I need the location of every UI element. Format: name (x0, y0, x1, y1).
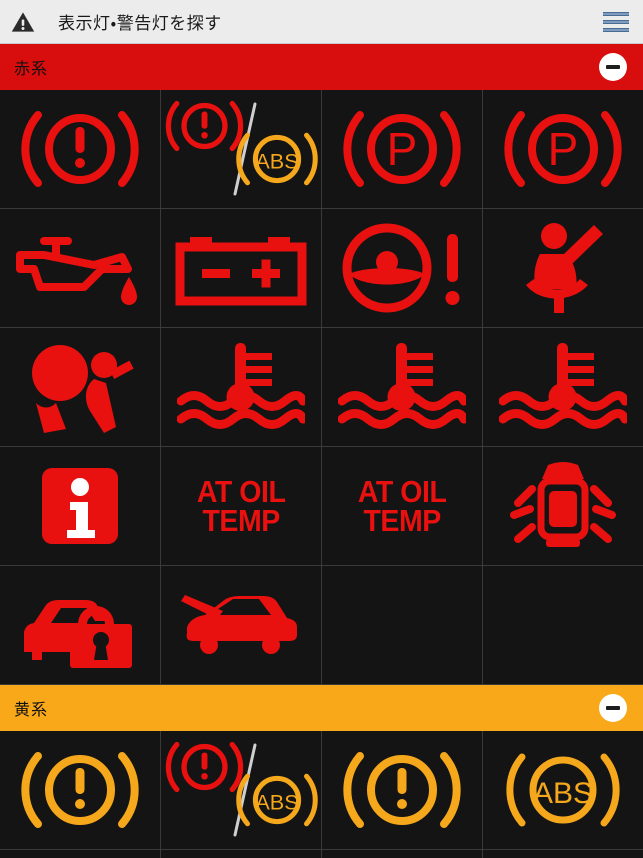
brake-warning-red-icon[interactable] (0, 90, 160, 208)
power-steering-icon[interactable] (322, 209, 482, 327)
icon-text-label: AT OIL TEMP (357, 473, 447, 538)
parking-brake-p-red-icon[interactable]: P (322, 90, 482, 208)
hood-open-icon[interactable] (161, 566, 321, 684)
menu-bar-1 (603, 11, 629, 16)
at-oil-temp-text-icon-2[interactable]: AT OIL TEMP (322, 447, 482, 565)
parking-brake-p-red-icon-2[interactable]: P (483, 90, 643, 208)
security-immobilizer-icon[interactable] (0, 566, 160, 684)
minus-icon (606, 706, 620, 710)
app-root: 表示灯・警告灯を探す 赤系 ABS P P AT OIL TEMP AT OIL TEMP 黄系… (0, 0, 643, 858)
svg-text:P: P (387, 123, 418, 175)
collapse-toggle-button[interactable] (599, 694, 627, 722)
icon-text-label: AT OIL TEMP (196, 473, 286, 538)
battery-charge-icon[interactable] (161, 209, 321, 327)
empty-cell (483, 850, 643, 858)
hamburger-menu-icon[interactable] (603, 11, 629, 32)
brake-abs-combo-icon-yellow[interactable]: ABS (161, 731, 321, 849)
menu-bar-2 (603, 19, 629, 24)
empty-cell (161, 850, 321, 858)
collapse-toggle-button[interactable] (599, 53, 627, 81)
section-header-red-section[interactable]: 赤系 (0, 44, 643, 90)
coolant-temp-icon-3[interactable] (483, 328, 643, 446)
section-header-yellow-section[interactable]: 黄系 (0, 685, 643, 731)
icon-grid-red-section: ABS P P AT OIL TEMP AT OIL TEMP (0, 90, 643, 685)
svg-text:P: P (548, 123, 579, 175)
brake-warning-yellow-icon-2[interactable] (322, 731, 482, 849)
empty-cell (0, 850, 160, 858)
empty-cell (322, 566, 482, 684)
minus-icon (606, 65, 620, 69)
seatbelt-icon[interactable] (483, 209, 643, 327)
information-icon[interactable] (0, 447, 160, 565)
airbag-srs-icon[interactable] (0, 328, 160, 446)
empty-cell (483, 566, 643, 684)
coolant-temp-icon[interactable] (161, 328, 321, 446)
oil-pressure-icon[interactable] (0, 209, 160, 327)
brake-warning-yellow-icon[interactable] (0, 731, 160, 849)
section-title: 赤系 (14, 59, 49, 78)
page-title: 表示灯・警告灯を探す (58, 14, 222, 34)
brake-abs-combo-icon[interactable]: ABS (161, 90, 321, 208)
door-open-icon[interactable] (483, 447, 643, 565)
svg-text:ABS: ABS (255, 789, 298, 814)
icon-grid-yellow-section: ABS ABS (0, 731, 643, 858)
section-title: 黄系 (14, 700, 49, 719)
abs-warning-yellow-icon[interactable]: ABS (483, 731, 643, 849)
menu-bar-3 (603, 27, 629, 32)
app-header: 表示灯・警告灯を探す (0, 0, 643, 44)
svg-text:ABS: ABS (255, 148, 298, 173)
sections-container: 赤系 ABS P P AT OIL TEMP AT OIL TEMP 黄系 ABS ABS (0, 44, 643, 858)
empty-cell (322, 850, 482, 858)
warning-triangle-icon (11, 11, 35, 32)
svg-text:ABS: ABS (533, 777, 593, 810)
coolant-temp-icon-2[interactable] (322, 328, 482, 446)
at-oil-temp-text-icon[interactable]: AT OIL TEMP (161, 447, 321, 565)
